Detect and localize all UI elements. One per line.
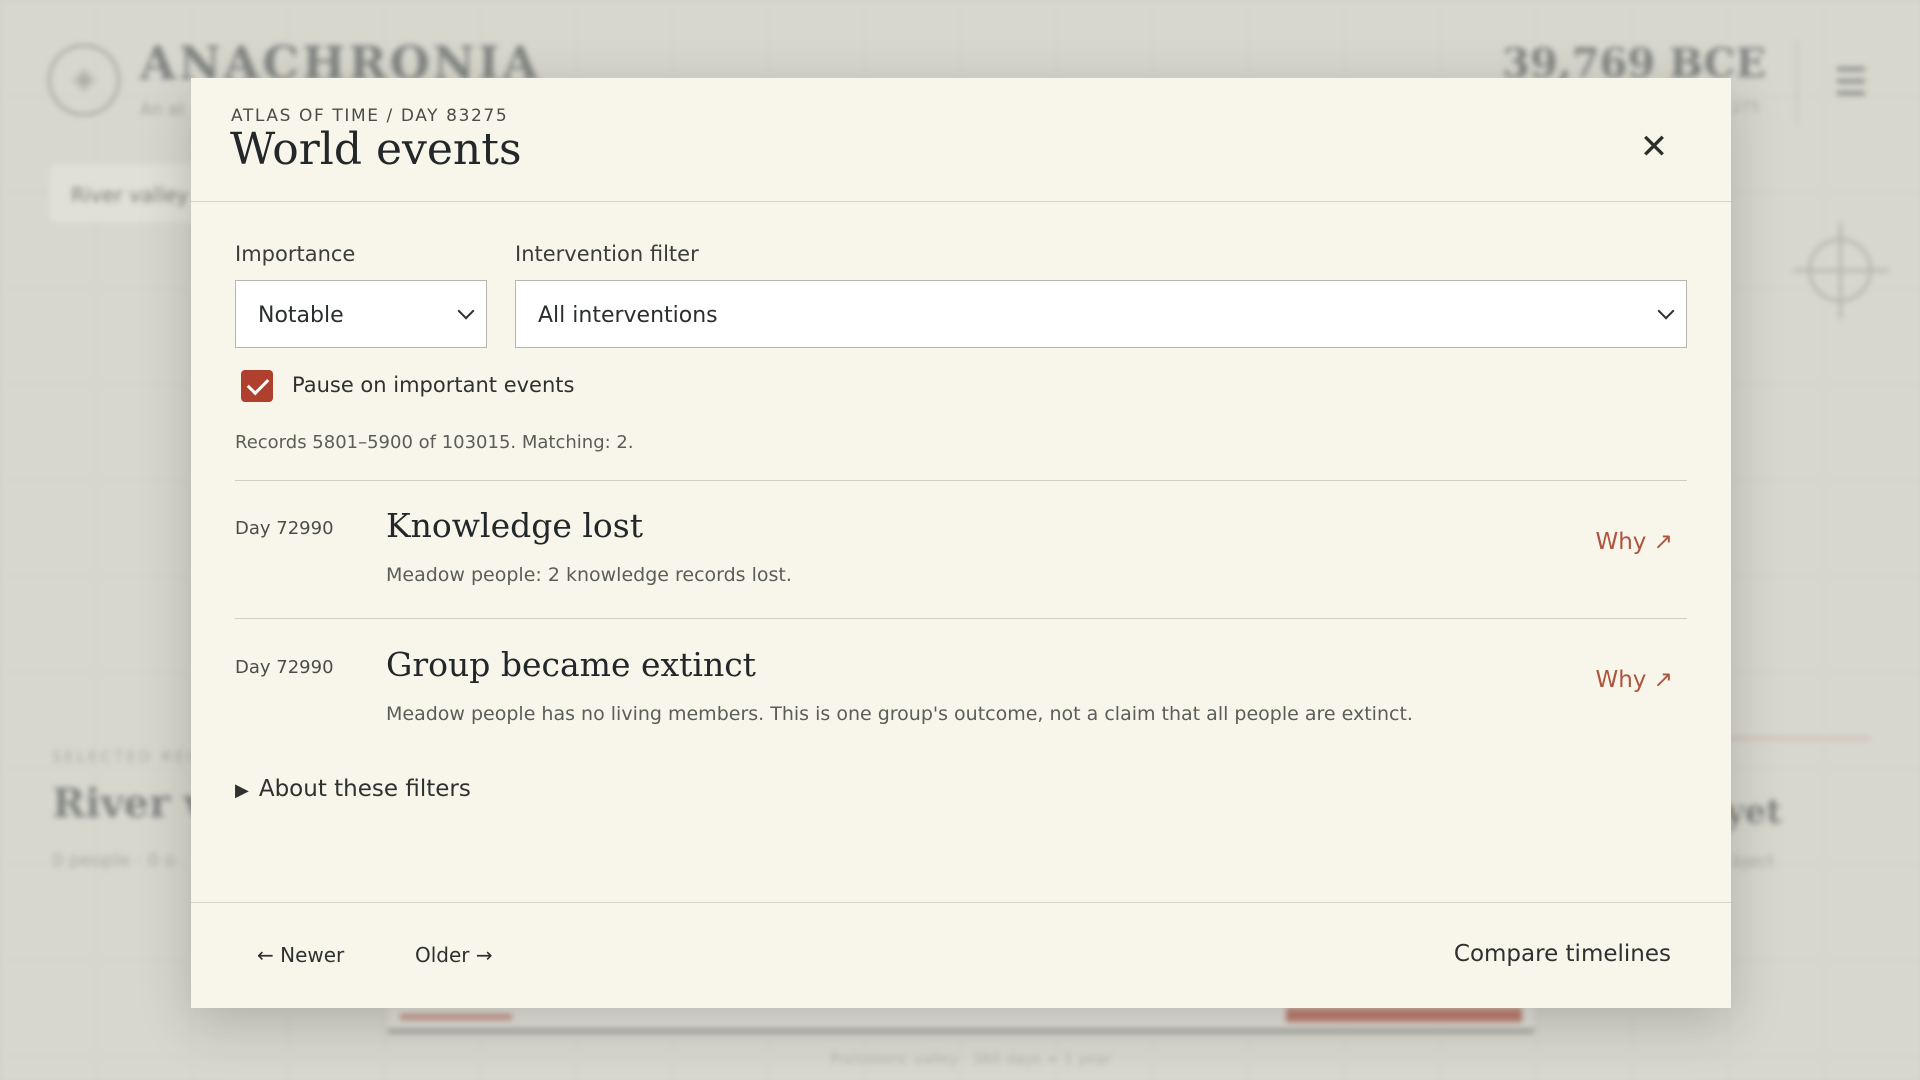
list-divider (235, 618, 1687, 619)
dialog-header: ATLAS OF TIME / DAY 83275 World events ✕ (191, 78, 1731, 202)
compare-timelines-button[interactable]: Compare timelines (1454, 941, 1671, 967)
intervention-filter-select[interactable]: All interventions (515, 280, 1687, 348)
menu-icon[interactable]: ☰ (1834, 60, 1868, 104)
importance-label: Importance (235, 242, 356, 266)
region-button[interactable]: River valley (48, 162, 208, 224)
region-name: River v (52, 780, 208, 827)
list-divider (235, 480, 1687, 481)
current-subdate: 275 (1731, 98, 1760, 116)
side-heading: yet (1724, 792, 1782, 832)
triangle-right-icon: ▶ (235, 780, 249, 801)
chevron-down-icon (1657, 302, 1675, 320)
importance-select[interactable]: Notable (235, 280, 487, 348)
older-button[interactable]: Older → (415, 943, 493, 967)
intervention-filter-value: All interventions (538, 303, 718, 328)
intervention-filter-label: Intervention filter (515, 242, 699, 266)
why-link[interactable]: Why ↗ (1595, 667, 1673, 693)
footer-caption: Prehistoric valley · 360 days = 1 year (830, 1050, 1112, 1068)
event-day: Day 72990 (235, 518, 334, 539)
event-title: Group became extinct (386, 645, 756, 684)
event-day: Day 72990 (235, 657, 334, 678)
event-description: Meadow people: 2 knowledge records lost. (386, 564, 792, 586)
world-events-dialog: ATLAS OF TIME / DAY 83275 World events ✕… (191, 78, 1731, 1008)
compass-logo-icon (48, 44, 120, 116)
why-link[interactable]: Why ↗ (1595, 529, 1673, 555)
records-summary: Records 5801–5900 of 103015. Matching: 2… (235, 432, 634, 453)
pause-checkbox[interactable] (241, 370, 273, 402)
crosshair-icon[interactable] (1793, 223, 1889, 319)
breadcrumb: ATLAS OF TIME / DAY 83275 (231, 106, 509, 126)
side-subtext: bject (1732, 852, 1774, 872)
chevron-down-icon (457, 302, 475, 320)
header-divider (1796, 40, 1798, 124)
event-description: Meadow people has no living members. Thi… (386, 703, 1413, 725)
selected-region-label: SELECTED REG (52, 748, 202, 766)
accent-rule (1710, 737, 1870, 740)
pause-checkbox-label[interactable]: Pause on important events (292, 373, 574, 397)
dialog-title: World events (230, 124, 522, 175)
about-filters-label: About these filters (258, 776, 471, 802)
event-title: Knowledge lost (386, 506, 643, 545)
app-tagline: An at (140, 100, 185, 120)
region-stats: 0 people · 0 o (52, 850, 176, 871)
importance-value: Notable (258, 303, 344, 328)
about-filters-toggle[interactable]: ▶ About these filters (235, 776, 471, 802)
close-icon[interactable]: ✕ (1633, 126, 1675, 168)
newer-button[interactable]: ← Newer (257, 943, 344, 967)
dialog-footer: ← Newer Older → Compare timelines (191, 902, 1731, 1008)
